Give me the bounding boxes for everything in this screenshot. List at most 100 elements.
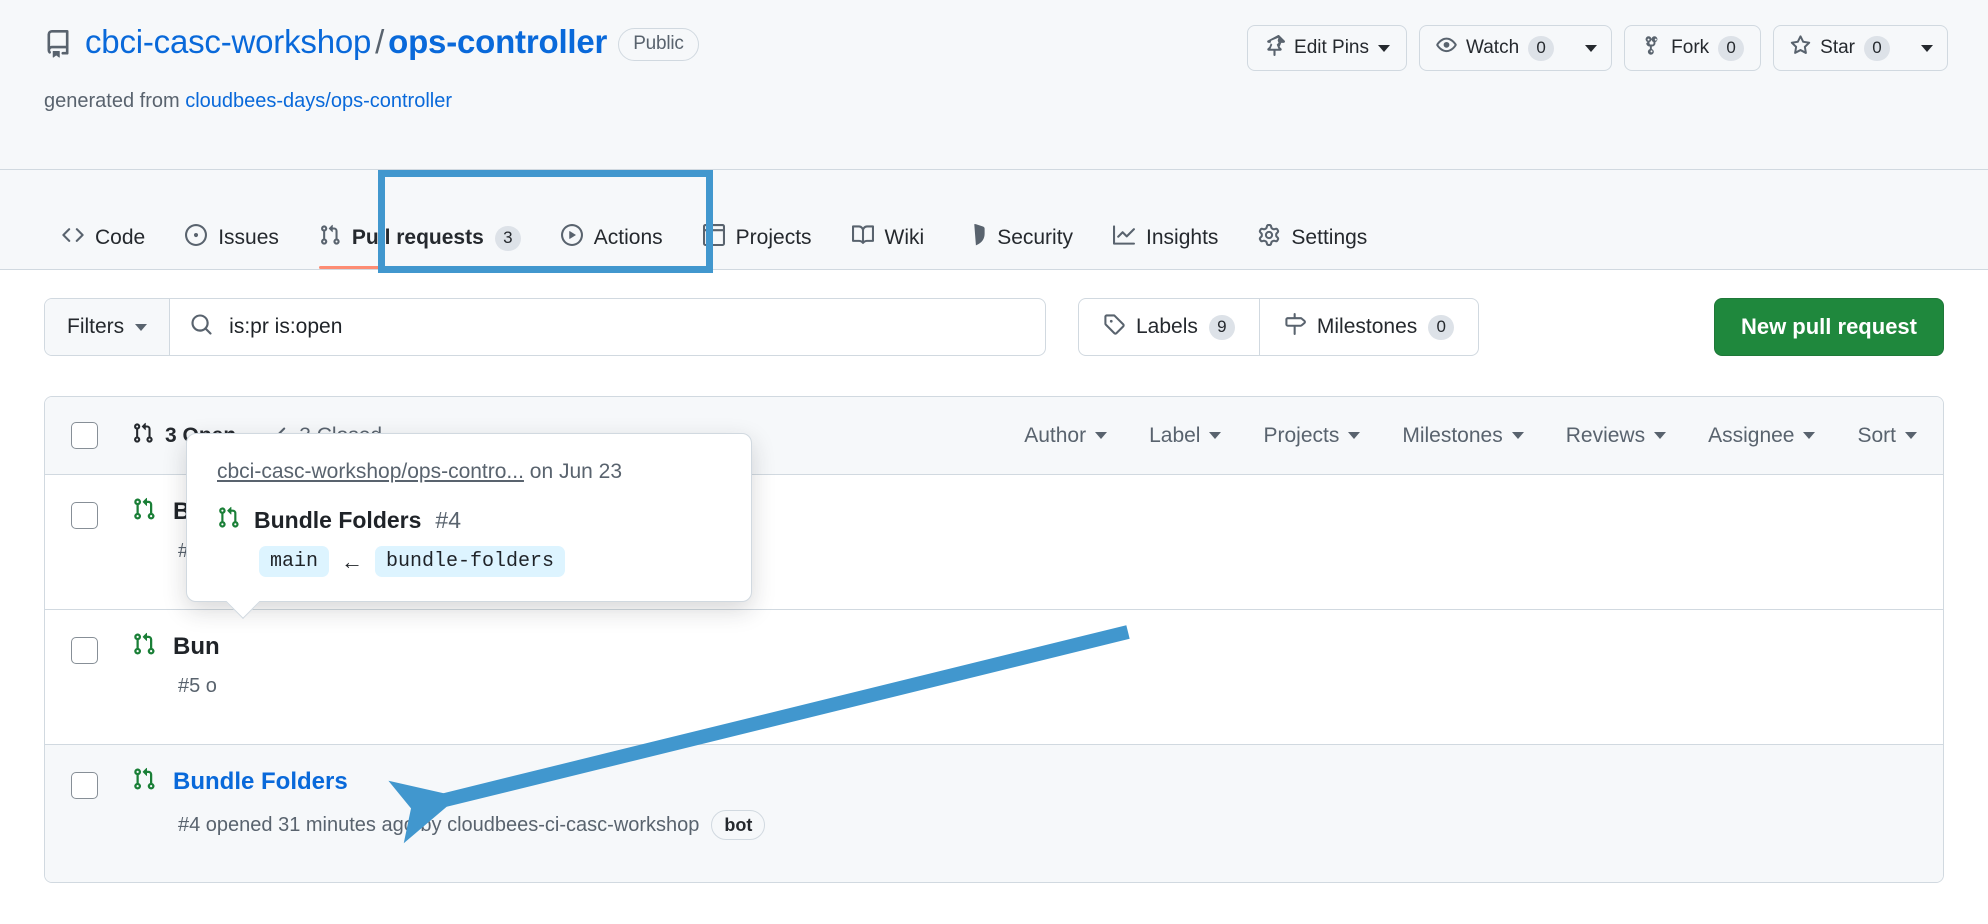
bot-badge: bot: [711, 810, 765, 840]
arrow-left-icon: ←: [341, 549, 363, 575]
sort-dropdown[interactable]: Sort: [1857, 424, 1917, 448]
tab-label: Actions: [594, 226, 663, 250]
hovercard-pr-title[interactable]: Bundle Folders: [254, 507, 421, 534]
tab-insights[interactable]: Insights: [1095, 207, 1236, 269]
milestones-label: Milestones: [1402, 424, 1502, 448]
labels-button[interactable]: Labels 9: [1079, 299, 1259, 355]
chevron-down-icon: [1585, 45, 1597, 52]
hovercard-repo-link[interactable]: cbci-casc-workshop/ops-contro...: [217, 460, 524, 483]
repo-name-link[interactable]: ops-controller: [388, 23, 607, 60]
fork-button[interactable]: Fork 0: [1624, 25, 1761, 71]
table-icon: [703, 224, 725, 252]
pr-title-link[interactable]: Bun: [173, 633, 220, 661]
tab-settings[interactable]: Settings: [1240, 207, 1385, 269]
row-checkbox[interactable]: [71, 637, 98, 664]
tab-code[interactable]: Code: [44, 207, 163, 269]
git-pull-request-icon: [132, 632, 156, 661]
filters-dropdown-button[interactable]: Filters: [45, 299, 170, 355]
new-pull-request-button[interactable]: New pull request: [1714, 298, 1944, 356]
assignee-label: Assignee: [1708, 424, 1794, 448]
filters-label: Filters: [67, 315, 124, 339]
generated-from-link[interactable]: cloudbees-days/ops-controller: [185, 90, 452, 112]
table-row[interactable]: Bun #5 o: [45, 610, 1943, 745]
labels-milestones-group: Labels 9 Milestones 0: [1078, 298, 1479, 356]
watch-dropdown-button[interactable]: [1570, 25, 1612, 71]
git-pull-request-icon: [217, 506, 240, 534]
pr-title-link[interactable]: Bundle Folders: [173, 768, 348, 796]
author-dropdown[interactable]: Author: [1024, 424, 1107, 448]
code-icon: [62, 224, 84, 252]
label-label: Label: [1149, 424, 1200, 448]
edit-pins-button[interactable]: Edit Pins: [1247, 25, 1407, 71]
edit-pins-label: Edit Pins: [1294, 37, 1369, 59]
filter-bar: Filters Labels 9 M: [44, 298, 1944, 356]
milestones-button[interactable]: Milestones 0: [1259, 299, 1478, 355]
git-pull-request-icon: [132, 422, 154, 450]
tab-security[interactable]: Security: [946, 207, 1091, 269]
select-all-checkbox[interactable]: [71, 422, 98, 449]
repo-owner-link[interactable]: cbci-casc-workshop: [85, 23, 371, 60]
row-title-line: Bun: [132, 632, 220, 661]
chevron-down-icon: [135, 324, 147, 331]
milestones-dropdown[interactable]: Milestones: [1402, 424, 1523, 448]
hovercard-date: on Jun 23: [530, 460, 622, 483]
milestones-label: Milestones: [1317, 315, 1417, 339]
tab-projects[interactable]: Projects: [685, 207, 830, 269]
search-input[interactable]: [227, 314, 1025, 340]
tab-count: 3: [495, 226, 521, 251]
watch-button[interactable]: Watch 0: [1419, 25, 1570, 71]
sort-label: Sort: [1857, 424, 1896, 448]
reviews-label: Reviews: [1566, 424, 1645, 448]
watch-label: Watch: [1466, 37, 1519, 59]
tag-icon: [1103, 313, 1125, 341]
chevron-down-icon: [1348, 432, 1360, 439]
pin-icon: [1264, 35, 1285, 62]
hovercard-pr-line: Bundle Folders #4: [217, 506, 721, 534]
hovercard-source: cbci-casc-workshop/ops-contro... on Jun …: [217, 460, 721, 484]
head-branch-chip: bundle-folders: [375, 546, 565, 577]
repo-nav-tabs: Code Issues Pull requests 3 Actions: [0, 170, 1988, 270]
book-icon: [852, 224, 874, 252]
chevron-down-icon: [1654, 432, 1666, 439]
tab-label: Pull requests: [352, 226, 484, 250]
labels-count: 9: [1209, 315, 1235, 340]
star-button[interactable]: Star 0: [1773, 25, 1906, 71]
table-row[interactable]: Bundle Folders #4 opened 31 minutes ago …: [45, 745, 1943, 883]
assignee-dropdown[interactable]: Assignee: [1708, 424, 1815, 448]
hovercard-pr-number: #4: [435, 507, 461, 534]
star-icon: [1790, 35, 1811, 62]
eye-icon: [1436, 35, 1457, 62]
chevron-down-icon: [1921, 45, 1933, 52]
star-count: 0: [1864, 36, 1890, 61]
tab-label: Projects: [736, 226, 812, 250]
fork-label: Fork: [1671, 37, 1709, 59]
chevron-down-icon: [1095, 432, 1107, 439]
tab-label: Security: [997, 226, 1073, 250]
chevron-down-icon: [1378, 45, 1390, 52]
tab-label: Issues: [218, 226, 279, 250]
search-wrapper: [170, 299, 1045, 355]
base-branch-chip: main: [259, 546, 329, 577]
reviews-dropdown[interactable]: Reviews: [1566, 424, 1666, 448]
tab-label: Settings: [1291, 226, 1367, 250]
watch-count: 0: [1528, 36, 1554, 61]
shield-icon: [964, 224, 986, 252]
repo-separator: /: [375, 23, 384, 60]
tab-pull-requests[interactable]: Pull requests 3: [301, 207, 539, 269]
author-label: Author: [1024, 424, 1086, 448]
tab-actions[interactable]: Actions: [543, 207, 681, 269]
row-checkbox[interactable]: [71, 502, 98, 529]
projects-dropdown[interactable]: Projects: [1263, 424, 1360, 448]
hovercard-branches: main ← bundle-folders: [259, 546, 721, 577]
fork-count: 0: [1718, 36, 1744, 61]
tab-issues[interactable]: Issues: [167, 207, 297, 269]
milestone-icon: [1284, 313, 1306, 341]
git-pull-request-icon: [132, 497, 156, 526]
pr-meta: #4 opened 31 minutes ago by cloudbees-ci…: [178, 810, 765, 840]
star-dropdown-button[interactable]: [1906, 25, 1948, 71]
tab-wiki[interactable]: Wiki: [834, 207, 943, 269]
row-checkbox[interactable]: [71, 772, 98, 799]
row-content: Bundle Folders #4 opened 31 minutes ago …: [132, 767, 765, 864]
repo-header: cbci-casc-workshop/ops-controllerPublic …: [0, 0, 1988, 170]
label-dropdown[interactable]: Label: [1149, 424, 1221, 448]
